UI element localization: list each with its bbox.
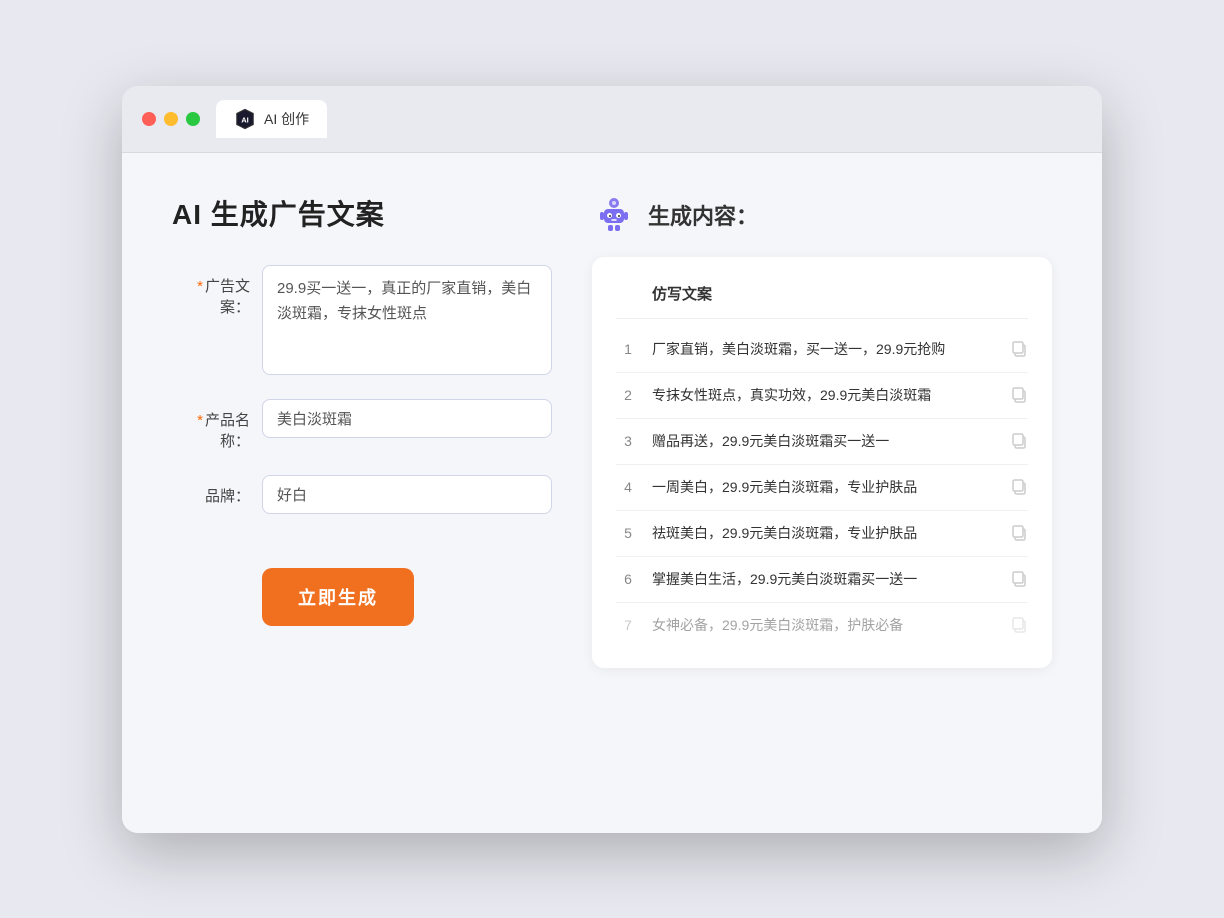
required-star-1: * <box>197 278 203 295</box>
result-card: 仿写文案 1 厂家直销，美白淡斑霜，买一送一，29.9元抢购 2 专抹女性斑点，… <box>592 257 1052 668</box>
row-text: 祛斑美白，29.9元美白淡斑霜，专业护肤品 <box>652 523 998 544</box>
copy-icon[interactable] <box>1010 432 1028 450</box>
row-text: 专抹女性斑点，真实功效，29.9元美白淡斑霜 <box>652 385 998 406</box>
results-list: 1 厂家直销，美白淡斑霜，买一送一，29.9元抢购 2 专抹女性斑点，真实功效，… <box>616 327 1028 648</box>
ad-copy-input[interactable] <box>262 265 552 375</box>
ai-tab-icon: AI <box>234 108 256 130</box>
result-row: 1 厂家直销，美白淡斑霜，买一送一，29.9元抢购 <box>616 327 1028 373</box>
left-panel: AI 生成广告文案 *广告文案： *产品名称： <box>172 193 552 668</box>
row-number: 5 <box>616 525 640 541</box>
traffic-lights <box>142 112 200 126</box>
row-number: 3 <box>616 433 640 449</box>
row-text: 厂家直销，美白淡斑霜，买一送一，29.9元抢购 <box>652 339 998 360</box>
row-text: 女神必备，29.9元美白淡斑霜，护肤必备 <box>652 615 998 636</box>
copy-icon[interactable] <box>1010 340 1028 358</box>
result-row: 4 一周美白，29.9元美白淡斑霜，专业护肤品 <box>616 465 1028 511</box>
brand-label: 品牌： <box>172 475 262 506</box>
row-text: 赠品再送，29.9元美白淡斑霜买一送一 <box>652 431 998 452</box>
row-number: 4 <box>616 479 640 495</box>
row-text: 掌握美白生活，29.9元美白淡斑霜买一送一 <box>652 569 998 590</box>
browser-content: AI 生成广告文案 *广告文案： *产品名称： <box>122 153 1102 833</box>
generate-button[interactable]: 立即生成 <box>262 568 414 626</box>
required-star-2: * <box>197 412 203 429</box>
copy-icon[interactable] <box>1010 616 1028 634</box>
copy-icon[interactable] <box>1010 478 1028 496</box>
product-name-input[interactable] <box>262 399 552 438</box>
brand-input[interactable] <box>262 475 552 514</box>
robot-icon <box>592 193 636 237</box>
ad-copy-label: *广告文案： <box>172 265 262 317</box>
result-row: 2 专抹女性斑点，真实功效，29.9元美白淡斑霜 <box>616 373 1028 419</box>
main-layout: AI 生成广告文案 *广告文案： *产品名称： <box>172 193 1052 668</box>
result-row: 3 赠品再送，29.9元美白淡斑霜买一送一 <box>616 419 1028 465</box>
svg-text:AI: AI <box>241 115 249 124</box>
result-table-header: 仿写文案 <box>616 277 1028 319</box>
result-title: 生成内容： <box>648 199 758 231</box>
result-header: 生成内容： <box>592 193 1052 237</box>
result-row: 6 掌握美白生活，29.9元美白淡斑霜买一送一 <box>616 557 1028 603</box>
product-name-row: *产品名称： <box>172 399 552 451</box>
close-button[interactable] <box>142 112 156 126</box>
result-row: 7 女神必备，29.9元美白淡斑霜，护肤必备 <box>616 603 1028 648</box>
row-number: 7 <box>616 617 640 633</box>
ad-copy-row: *广告文案： <box>172 265 552 375</box>
copy-icon[interactable] <box>1010 570 1028 588</box>
copy-icon[interactable] <box>1010 524 1028 542</box>
tab-label: AI 创作 <box>264 109 309 129</box>
row-text: 一周美白，29.9元美白淡斑霜，专业护肤品 <box>652 477 998 498</box>
page-title: AI 生成广告文案 <box>172 193 552 233</box>
maximize-button[interactable] <box>186 112 200 126</box>
browser-titlebar: AI AI 创作 <box>122 86 1102 153</box>
row-number: 2 <box>616 387 640 403</box>
browser-window: AI AI 创作 AI 生成广告文案 *广告文案： *产 <box>122 86 1102 833</box>
result-row: 5 祛斑美白，29.9元美白淡斑霜，专业护肤品 <box>616 511 1028 557</box>
row-number: 6 <box>616 571 640 587</box>
product-name-label: *产品名称： <box>172 399 262 451</box>
copy-icon[interactable] <box>1010 386 1028 404</box>
row-number: 1 <box>616 341 640 357</box>
minimize-button[interactable] <box>164 112 178 126</box>
brand-row: 品牌： <box>172 475 552 514</box>
browser-tab[interactable]: AI AI 创作 <box>216 100 327 138</box>
right-panel: 生成内容： 仿写文案 1 厂家直销，美白淡斑霜，买一送一，29.9元抢购 2 专… <box>592 193 1052 668</box>
